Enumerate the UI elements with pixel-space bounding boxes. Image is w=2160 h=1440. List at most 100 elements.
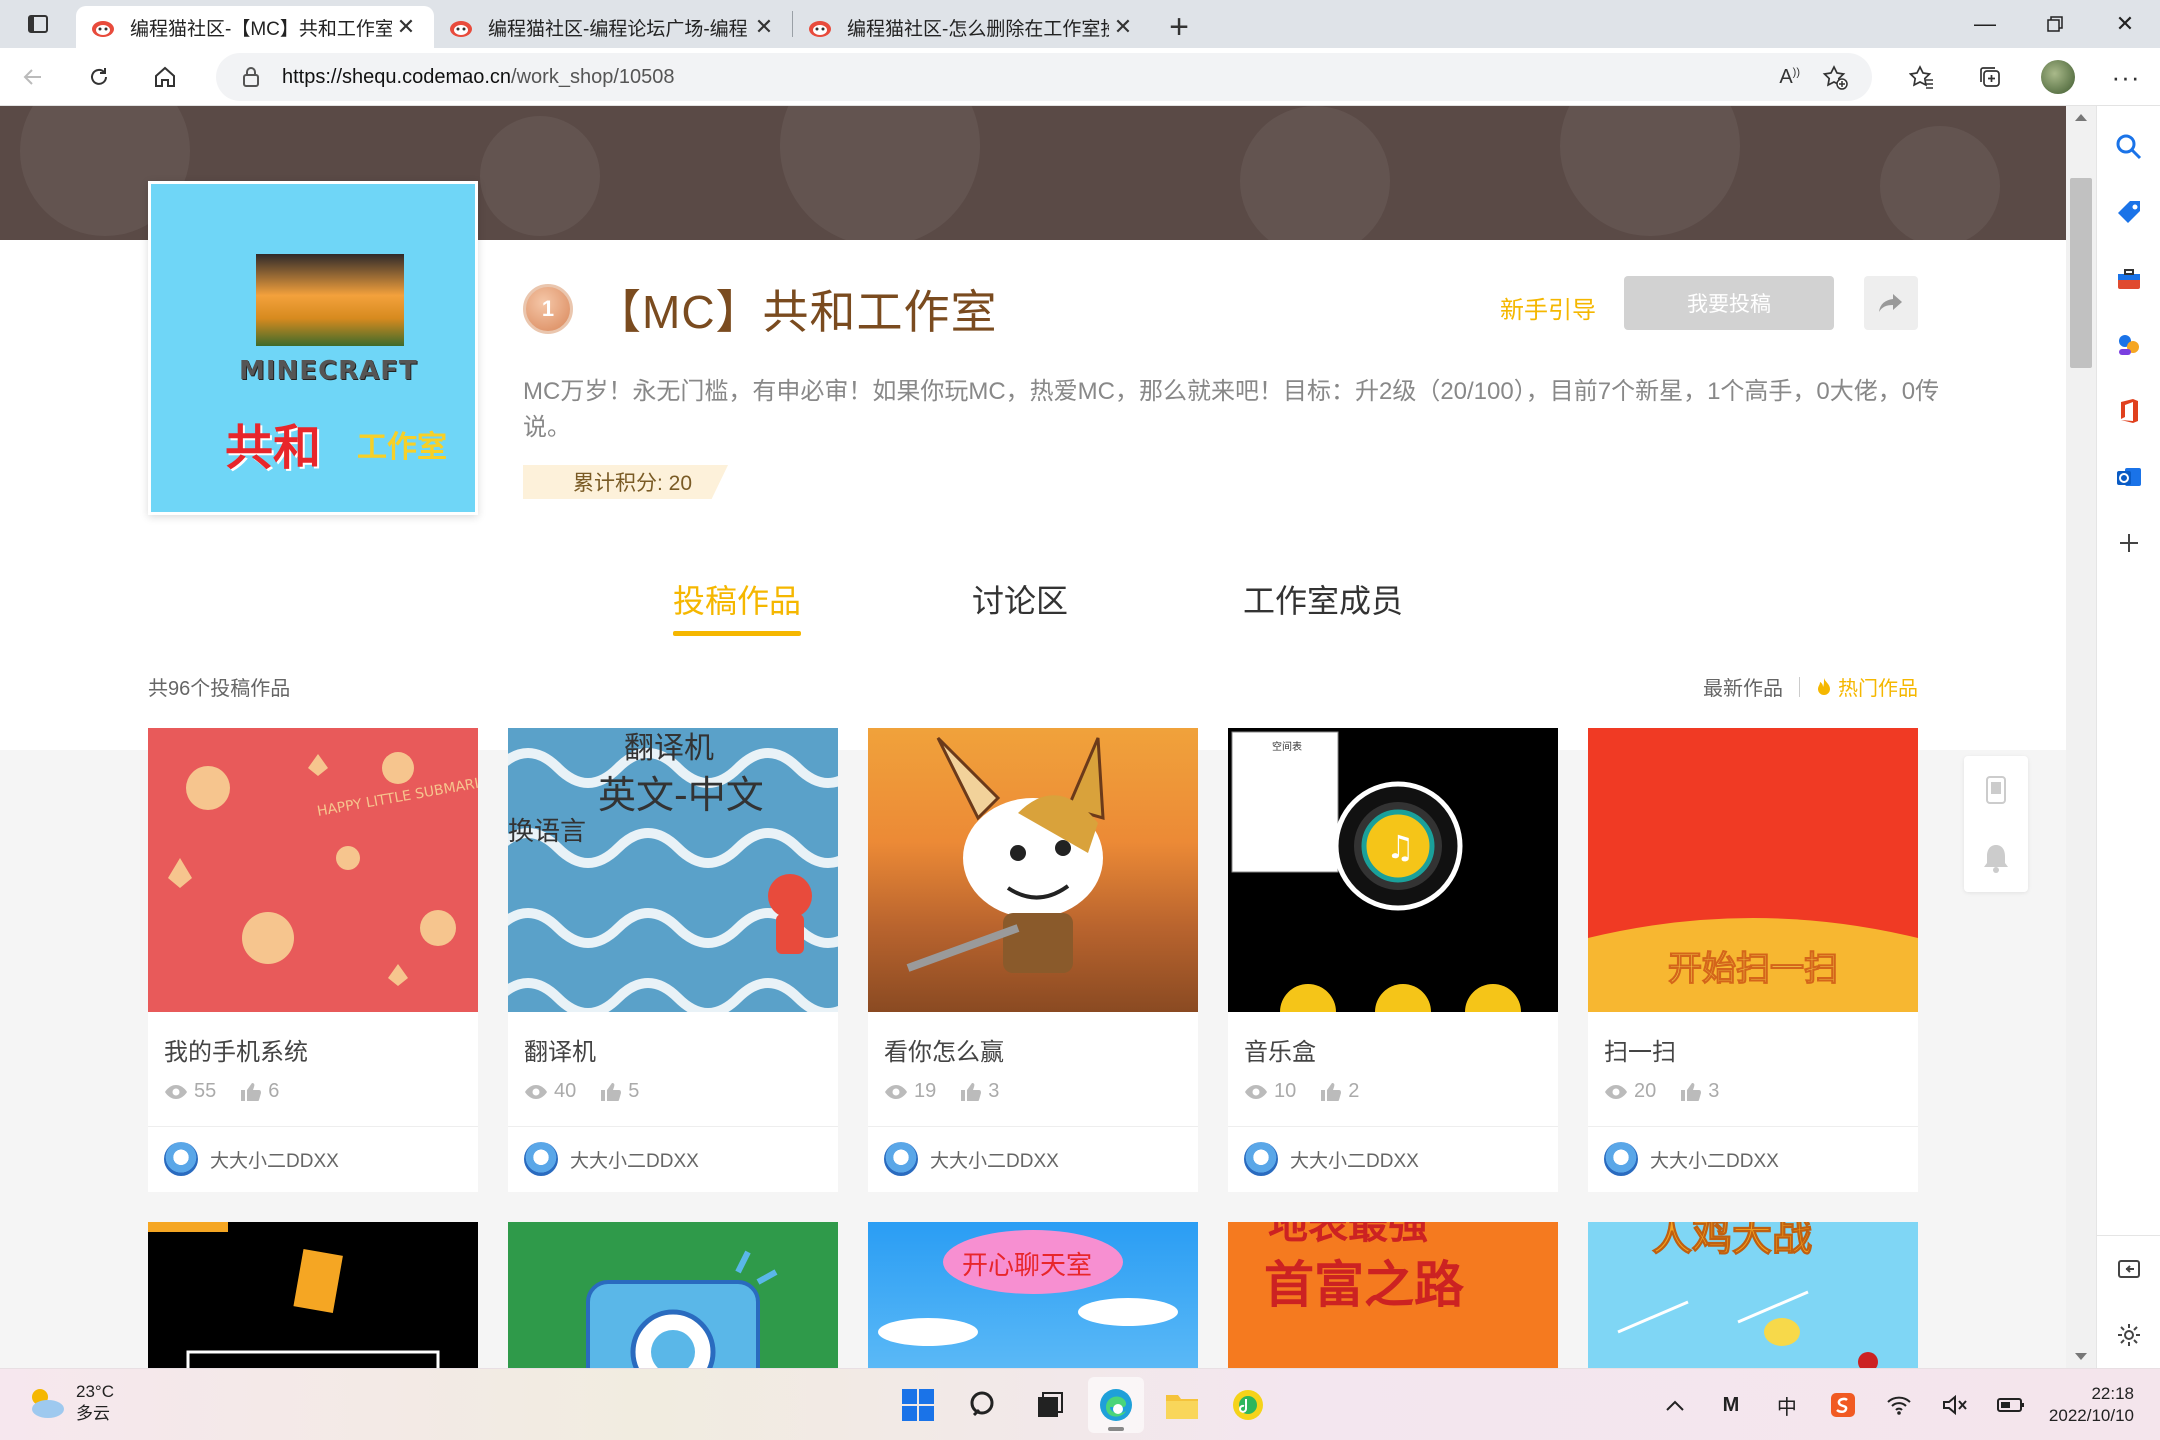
cloudy-weather-icon (32, 1389, 64, 1418)
sidebar-games-button[interactable] (2097, 312, 2160, 378)
profile-avatar (2041, 60, 2075, 94)
sogou-ime-icon[interactable] (1815, 1369, 1871, 1440)
add-favorite-icon[interactable] (1822, 64, 1848, 90)
battery-icon[interactable] (1983, 1369, 2039, 1440)
eye-icon (165, 1084, 187, 1099)
work-card[interactable] (148, 1222, 478, 1368)
work-card[interactable] (508, 1222, 838, 1368)
collections-button[interactable] (1956, 48, 2024, 106)
close-tab-icon[interactable]: ✕ (392, 14, 420, 40)
work-author[interactable]: 大大小二DDXX (884, 1142, 1059, 1176)
work-stats: 55 6 (164, 1080, 303, 1103)
mobile-qr-button[interactable] (1964, 756, 2028, 824)
work-author[interactable]: 大大小二DDXX (1244, 1142, 1419, 1176)
phone-icon (1986, 776, 2006, 804)
tab-members[interactable]: 工作室成员 (1243, 576, 1403, 646)
codemao-favicon (450, 21, 472, 37)
divider (1228, 1126, 1558, 1127)
sidebar-add-button[interactable] (2097, 510, 2160, 576)
work-card[interactable]: 地表最强 首富之路 (1228, 1222, 1558, 1368)
sidebar-search-button[interactable] (2097, 114, 2160, 180)
tray-app-icon[interactable]: M (1703, 1369, 1759, 1440)
volume-muted-icon[interactable] (1927, 1369, 1983, 1440)
profile-button[interactable] (2024, 48, 2092, 106)
more-icon: ··· (2111, 61, 2141, 92)
share-button[interactable] (1864, 276, 1918, 330)
tab-submissions[interactable]: 投稿作品 (673, 576, 802, 646)
tab-discussion[interactable]: 讨论区 (972, 576, 1068, 646)
start-button[interactable] (890, 1377, 946, 1433)
newbie-guide-link[interactable]: 新手引导 (1500, 290, 1596, 325)
notify-button[interactable] (1964, 824, 2028, 892)
browser-tab-3[interactable]: 编程猫社区-怎么删除在工作室投 ✕ (793, 6, 1151, 48)
work-card[interactable]: 开始扫一扫 扫一扫 20 3 大大小二DDXX (1588, 728, 1918, 1192)
sort-newest-link[interactable]: 最新作品 (1703, 672, 1783, 701)
work-author[interactable]: 大大小二DDXX (524, 1142, 699, 1176)
work-card[interactable]: 空间表 ♫ 音乐盒 10 2 大大小二DDXX (1228, 728, 1558, 1192)
edge-taskbar-button[interactable] (1088, 1377, 1144, 1433)
like-count: 2 (1348, 1080, 1360, 1102)
scroll-up-icon[interactable] (2075, 114, 2087, 121)
settings-more-button[interactable]: ··· (2092, 48, 2160, 106)
edge-icon (1100, 1389, 1132, 1421)
page-scrollbar[interactable] (2066, 106, 2096, 1368)
clock[interactable]: 22:18 2022/10/10 (2039, 1383, 2160, 1427)
work-author[interactable]: 大大小二DDXX (164, 1142, 339, 1176)
home-button[interactable] (132, 48, 198, 106)
weather-widget[interactable]: 23°C 多云 (26, 1381, 114, 1425)
url-host: https://shequ.codemao.cn (282, 65, 512, 88)
browser-tab-2[interactable]: 编程猫社区-编程论坛广场-编程 ✕ (434, 6, 792, 48)
search-icon (2116, 134, 2142, 160)
submit-work-button[interactable]: 我要投稿 (1624, 276, 1834, 330)
back-button[interactable] (0, 48, 66, 106)
file-explorer-button[interactable] (1154, 1377, 1210, 1433)
task-view-button[interactable] (1022, 1377, 1078, 1433)
work-card[interactable]: HAPPY LITTLE SUBMARINE 我的手机系统 55 6 大大小二D… (148, 728, 478, 1192)
work-card[interactable]: 看你怎么赢 19 3 大大小二DDXX (868, 728, 1198, 1192)
read-aloud-icon[interactable]: A)) (1779, 66, 1800, 89)
close-tab-icon[interactable]: ✕ (750, 14, 778, 40)
refresh-button[interactable] (66, 48, 132, 106)
sort-hot-link[interactable]: 热门作品 (1816, 672, 1918, 701)
close-window-icon[interactable]: ✕ (2090, 0, 2160, 48)
wifi-icon[interactable] (1871, 1369, 1927, 1440)
codemao-favicon (92, 21, 114, 37)
scroll-down-icon[interactable] (2075, 1353, 2087, 1360)
sidebar-tools-button[interactable] (2097, 246, 2160, 312)
browser-tab-1[interactable]: 编程猫社区-【MC】共和工作室- ✕ (76, 6, 434, 48)
works-list-header: 共96个投稿作品 最新作品 热门作品 (148, 672, 1918, 701)
restore-icon[interactable] (2020, 0, 2090, 48)
flame-icon (1818, 677, 1830, 695)
work-thumbnail (148, 1222, 440, 1368)
close-tab-icon[interactable]: ✕ (1109, 14, 1137, 40)
sidebar-outlook-button[interactable] (2097, 444, 2160, 510)
tag-icon (2118, 201, 2140, 223)
sidebar-collapse-button[interactable] (2097, 1236, 2160, 1302)
search-taskbar-button[interactable] (956, 1377, 1012, 1433)
sidebar-shopping-button[interactable] (2097, 180, 2160, 246)
sidebar-settings-button[interactable] (2097, 1302, 2160, 1368)
qq-music-button[interactable] (1220, 1377, 1276, 1433)
tab-actions-button[interactable] (0, 0, 76, 48)
work-stats: 20 3 (1604, 1080, 1743, 1103)
work-card[interactable]: 翻译机 英文-中文 换语言 翻译机 40 5 大大小二DDXX (508, 728, 838, 1192)
sidebar-office-button[interactable] (2097, 378, 2160, 444)
address-bar[interactable]: https://shequ.codemao.cn/work_shop/10508… (216, 53, 1872, 101)
new-tab-button[interactable]: + (1151, 6, 1207, 48)
thumbs-up-icon (1681, 1082, 1702, 1101)
scrollbar-thumb[interactable] (2070, 178, 2092, 368)
minimize-icon[interactable]: — (1950, 0, 2020, 48)
work-card[interactable]: 开心聊天室 (868, 1222, 1198, 1368)
favorites-button[interactable] (1888, 48, 1956, 106)
cover-gonghe-text: 共和 (225, 422, 322, 475)
translator-image: 翻译机 英文-中文 换语言 (508, 731, 838, 1012)
work-thumbnail: 空间表 ♫ (1228, 728, 1558, 1012)
divider (868, 1126, 1198, 1127)
work-thumbnail: 翻译机 英文-中文 换语言 (508, 728, 838, 1012)
cartoon-cat-image (906, 736, 1105, 973)
work-author[interactable]: 大大小二DDXX (1604, 1142, 1779, 1176)
work-card[interactable]: 人鸡大战 (1588, 1222, 1918, 1368)
tray-expand-icon[interactable] (1647, 1369, 1703, 1440)
works-count: 共96个投稿作品 (148, 678, 291, 700)
ime-indicator[interactable]: 中 (1759, 1369, 1815, 1440)
